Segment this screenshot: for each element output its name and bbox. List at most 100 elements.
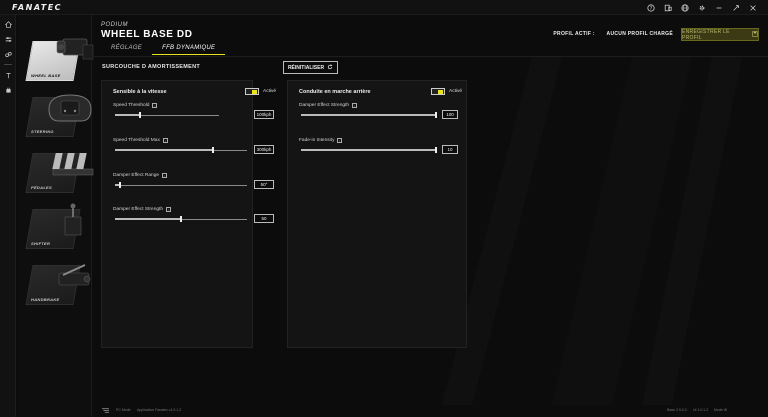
device-pedals[interactable]: PÉDALES: [25, 147, 101, 195]
save-icon: [752, 30, 758, 39]
speed-sensitive-toggle[interactable]: Activé: [245, 88, 276, 95]
device-mode: PC Mode: [116, 408, 131, 412]
device-handbrake[interactable]: HANDBRAKE: [25, 259, 101, 307]
reverse-damper-strength-value[interactable]: 100: [442, 110, 458, 119]
window-controls: ?: [645, 2, 758, 13]
info-icon[interactable]: i: [162, 138, 168, 143]
slider-thumb[interactable]: [435, 147, 437, 153]
panel-title: Sensible à la vitesse: [113, 89, 167, 95]
device-icon[interactable]: [662, 2, 673, 13]
help-icon[interactable]: ?: [645, 2, 656, 13]
fade-in-intensity-label: Fade-in Intensity i: [299, 138, 343, 143]
field-label-text: Damper Effect Range: [113, 173, 160, 178]
section-title: SURCOUCHE D AMORTISSEMENT: [102, 64, 201, 70]
info-icon[interactable]: i: [166, 207, 172, 212]
handbrake-image: [58, 264, 91, 286]
fade-in-intensity-value[interactable]: 10: [442, 145, 458, 154]
slider-thumb[interactable]: [119, 182, 122, 188]
reverse-driving-panel: Conduite en marche arrière Activé Damper…: [287, 80, 467, 348]
speed-sensitive-panel: Sensible à la vitesse Activé Speed Thres…: [101, 80, 276, 348]
base-version: Base 2.9.0.0: [667, 408, 687, 412]
settings-icon[interactable]: [696, 2, 707, 13]
speed-threshold-slider[interactable]: [115, 112, 219, 118]
field-label-text: Speed Threshold Max: [113, 138, 160, 143]
info-icon[interactable]: i: [337, 138, 343, 143]
info-icon[interactable]: i: [162, 173, 168, 178]
damper-effect-range-slider[interactable]: [115, 182, 247, 188]
device-label: STEERING: [31, 129, 54, 134]
app-version: Application Fanatec v1.0.1.2: [137, 408, 182, 412]
home-icon[interactable]: [0, 18, 16, 30]
minimize-icon[interactable]: [713, 2, 724, 13]
left-nav-rail: [0, 15, 16, 417]
page-title: WHEEL BASE DD: [101, 29, 193, 40]
shifter-image: [64, 203, 82, 236]
status-bar: PC Mode Application Fanatec v1.0.1.2 Bas…: [92, 405, 768, 417]
globe-icon[interactable]: [679, 2, 690, 13]
damper-effect-range-value[interactable]: 50°: [254, 180, 274, 189]
rail-divider: [4, 64, 12, 65]
title-bar: FANATEC ?: [0, 0, 768, 15]
reset-label: RÉINITIALISER: [287, 64, 325, 71]
reverse-damper-strength-label: Damper Effect Strength i: [299, 103, 358, 108]
steering-wheel-image: [48, 94, 92, 122]
tab-ffb-dynamique[interactable]: FFB DYNAMIQUE: [152, 45, 226, 55]
field-label-text: Fade-in Intensity: [299, 138, 335, 143]
reverse-damper-strength-slider[interactable]: [301, 112, 437, 118]
reverse-driving-toggle[interactable]: Activé: [431, 88, 462, 95]
device-steering[interactable]: STEERING: [25, 91, 101, 139]
speed-threshold-max-slider[interactable]: [115, 147, 247, 153]
wheel-base-image: [56, 38, 94, 60]
device-shifter[interactable]: SHIFTER: [25, 203, 101, 251]
info-icon[interactable]: i: [152, 103, 158, 108]
mode-indicator: Mode W: [714, 408, 728, 412]
toggle-switch[interactable]: [431, 88, 445, 95]
toggle-label: Activé: [263, 89, 277, 94]
toggle-switch[interactable]: [245, 88, 259, 95]
page-header: PODIUM WHEEL BASE DD RÉGLAGE FFB DYNAMIQ…: [92, 15, 768, 57]
speed-threshold-value[interactable]: 100kph: [254, 110, 274, 119]
maximize-icon[interactable]: [730, 2, 741, 13]
slider-thumb[interactable]: [180, 216, 182, 222]
product-line: PODIUM: [101, 22, 128, 28]
damper-effect-strength-value[interactable]: 50: [254, 214, 274, 223]
toggle-label: Activé: [449, 89, 463, 94]
ui-version: UI 1.0.1.2: [693, 408, 709, 412]
speed-threshold-max-label: Speed Threshold Max i: [113, 138, 168, 143]
fanatec-mark-icon: [102, 408, 109, 414]
speed-threshold-max-value[interactable]: 300kph: [254, 145, 274, 154]
header-divider: [92, 56, 768, 57]
slider-thumb[interactable]: [211, 147, 214, 153]
damper-effect-range-label: Damper Effect Range i: [113, 173, 168, 178]
wheel-settings-icon[interactable]: [0, 48, 16, 60]
field-label-text: Damper Effect Strength: [113, 207, 164, 212]
panel-title: Conduite en marche arrière: [299, 89, 371, 95]
device-label: HANDBRAKE: [31, 297, 60, 302]
damper-effect-strength-slider[interactable]: [115, 216, 247, 222]
damper-effect-strength-label: Damper Effect Strength i: [113, 207, 172, 212]
field-label-text: Damper Effect Strength: [299, 103, 350, 108]
reset-button[interactable]: RÉINITIALISER: [283, 61, 338, 74]
firmware-icon[interactable]: [0, 69, 16, 81]
info-icon[interactable]: i: [352, 103, 358, 108]
device-label: WHEEL BASE: [31, 73, 61, 78]
speed-threshold-label: Speed Threshold i: [113, 103, 158, 108]
save-profile-button[interactable]: ENREGISTRER LE PROFIL: [681, 28, 759, 41]
app-window: FANATEC ? WHEEL BASE STEERING PÉDALES SH…: [0, 0, 768, 417]
device-list: WHEEL BASE STEERING PÉDALES SHIFTER HAND…: [17, 15, 94, 417]
profile-value: AUCUN PROFIL CHARGÉ: [606, 31, 673, 37]
slider-thumb[interactable]: [435, 112, 437, 118]
slider-thumb[interactable]: [138, 112, 141, 118]
active-profile: PROFIL ACTIF : AUCUN PROFIL CHARGÉ: [553, 31, 673, 37]
device-wheel-base[interactable]: WHEEL BASE: [25, 35, 101, 83]
tuning-icon[interactable]: [0, 33, 16, 45]
tab-bar: RÉGLAGE FFB DYNAMIQUE: [101, 45, 226, 55]
tab-reglage[interactable]: RÉGLAGE: [101, 45, 152, 55]
plugin-icon[interactable]: [0, 84, 16, 96]
refresh-icon: [327, 63, 333, 72]
device-label: SHIFTER: [31, 241, 51, 246]
fade-in-intensity-slider[interactable]: [301, 147, 437, 153]
fanatec-logo: FANATEC: [12, 3, 63, 12]
close-icon[interactable]: [747, 2, 758, 13]
profile-label: PROFIL ACTIF :: [553, 31, 595, 37]
